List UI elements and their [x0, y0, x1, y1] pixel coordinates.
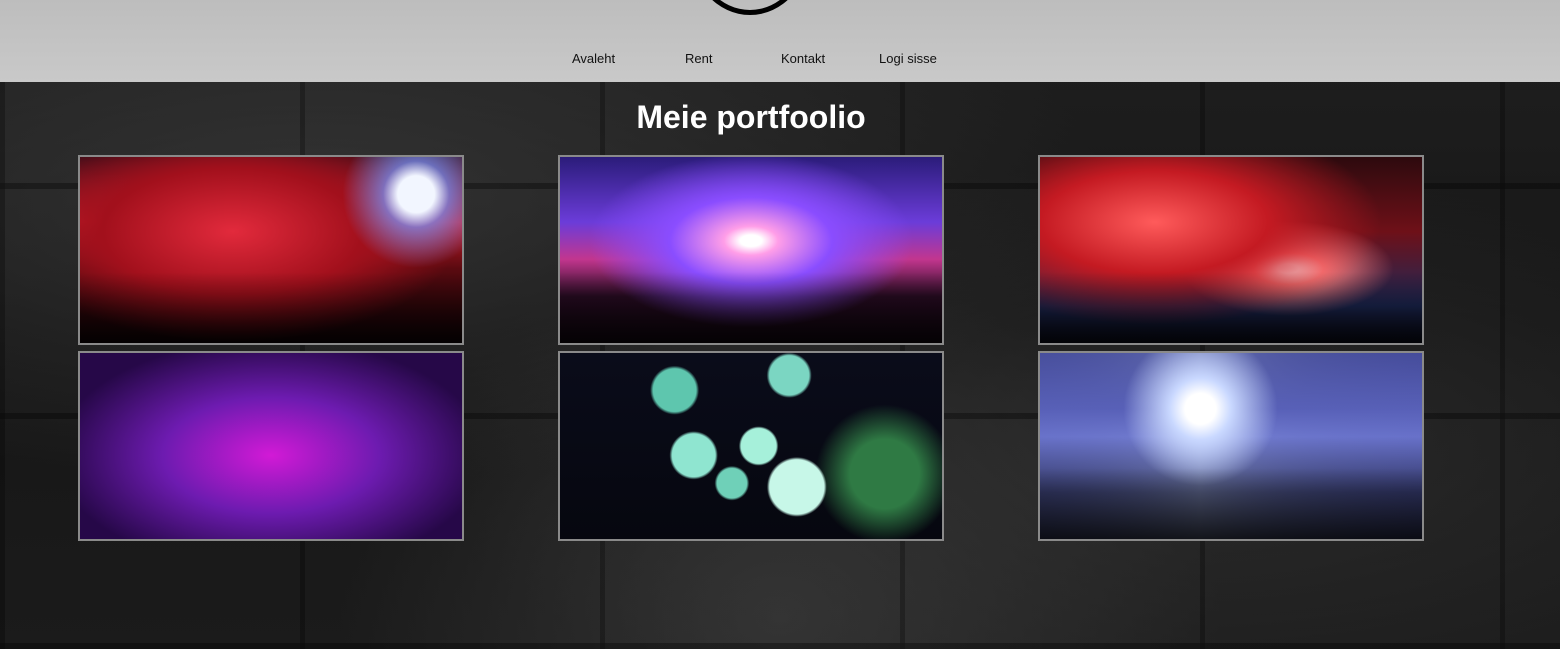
gallery-image-4[interactable]	[78, 351, 464, 541]
crowd-silhouette	[560, 272, 942, 343]
crowd-silhouette	[1040, 468, 1422, 539]
nav-link-rent[interactable]: Rent	[685, 51, 712, 66]
gallery-image-3[interactable]	[1038, 155, 1424, 345]
nav-link-home[interactable]: Avaleht	[572, 51, 615, 66]
main-nav: Avaleht Rent Kontakt Logi sisse	[0, 51, 1560, 69]
disco-balls-photo	[560, 353, 942, 539]
gallery-image-5[interactable]	[558, 351, 944, 541]
gallery-image-2[interactable]	[558, 155, 944, 345]
logo-circle[interactable]	[690, 0, 810, 15]
nav-link-login[interactable]: Logi sisse	[879, 51, 937, 66]
crowd-silhouette	[80, 272, 462, 343]
site-header: Avaleht Rent Kontakt Logi sisse	[0, 0, 1560, 82]
neon-diamond-tunnel-photo	[80, 353, 462, 539]
gallery-image-6[interactable]	[1038, 351, 1424, 541]
gallery-image-1[interactable]	[78, 155, 464, 345]
crowd-silhouette	[1040, 272, 1422, 343]
page-title: Meie portfoolio	[636, 99, 866, 135]
nav-link-contact[interactable]: Kontakt	[781, 51, 825, 66]
